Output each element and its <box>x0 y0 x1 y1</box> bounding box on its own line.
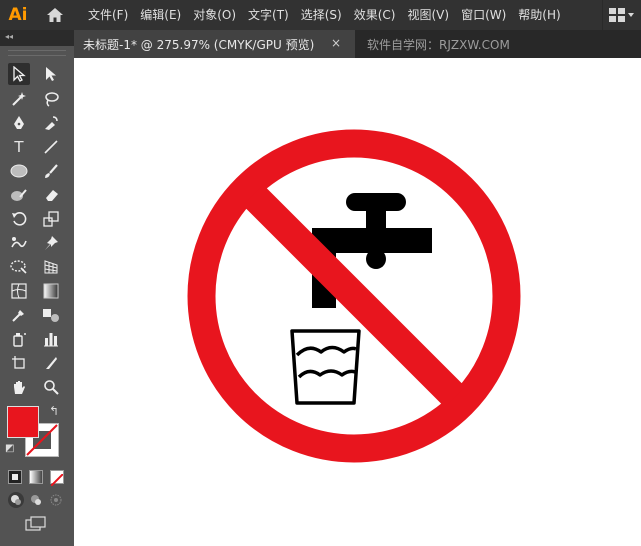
lasso-tool-icon[interactable] <box>40 88 62 110</box>
puppet-warp-tool-icon[interactable] <box>8 232 30 254</box>
home-icon[interactable] <box>38 0 72 30</box>
free-transform-tool-icon[interactable] <box>8 256 30 278</box>
default-fill-stroke-icon[interactable]: ◩ <box>5 443 14 454</box>
menu-file[interactable]: 文件(F) <box>82 0 134 30</box>
document-tab[interactable]: 未标题-1* @ 275.97% (CMYK/GPU 预览) × <box>74 30 355 58</box>
rotate-tool-icon[interactable] <box>8 208 30 230</box>
none-mode-button[interactable] <box>50 470 64 487</box>
direct-selection-tool-icon[interactable] <box>40 63 62 85</box>
swap-fill-stroke-icon[interactable]: ↰ <box>49 404 59 418</box>
symbol-sprayer-tool-icon[interactable] <box>8 328 30 350</box>
gradient-mode-button[interactable] <box>29 470 43 484</box>
slice-tool-icon[interactable] <box>40 352 62 374</box>
menu-help[interactable]: 帮助(H) <box>512 0 566 30</box>
paintbrush-tool-icon[interactable] <box>40 160 62 182</box>
mesh-tool-icon[interactable] <box>8 280 30 302</box>
color-mode-button[interactable] <box>8 470 22 484</box>
menu-object[interactable]: 对象(O) <box>187 0 242 30</box>
curvature-tool-icon[interactable] <box>40 112 62 134</box>
menu-window[interactable]: 窗口(W) <box>455 0 512 30</box>
workspace-switcher[interactable] <box>602 0 641 30</box>
artboard-canvas[interactable] <box>74 58 641 546</box>
tab-close-button[interactable]: × <box>331 36 341 50</box>
zoom-tool-icon[interactable] <box>40 376 62 398</box>
tools-panel: T ↰ ◩ <box>0 46 74 546</box>
column-graph-tool-icon[interactable] <box>40 328 62 350</box>
menu-effect[interactable]: 效果(C) <box>348 0 402 30</box>
no-drinking-water-sign[interactable] <box>187 129 521 463</box>
ellipse-tool-icon[interactable] <box>8 160 30 182</box>
draw-inside-icon[interactable] <box>48 492 64 508</box>
document-tab-bar: 未标题-1* @ 275.97% (CMYK/GPU 预览) × 软件自学网：R… <box>74 30 641 58</box>
screen-mode-icon[interactable] <box>25 516 47 532</box>
type-tool-icon[interactable]: T <box>8 136 30 158</box>
toolbar-grip[interactable] <box>8 50 66 56</box>
scale-tool-icon[interactable] <box>40 208 62 230</box>
magic-wand-tool-icon[interactable] <box>8 88 30 110</box>
gradient-tool-icon[interactable] <box>40 280 62 302</box>
shaper-tool-icon[interactable] <box>8 184 30 206</box>
fill-color-swatch[interactable] <box>7 406 39 438</box>
hand-tool-icon[interactable] <box>8 376 30 398</box>
toolbar-collapse[interactable]: ◂◂ <box>0 30 74 46</box>
eraser-tool-icon[interactable] <box>40 184 62 206</box>
line-segment-tool-icon[interactable] <box>40 136 62 158</box>
eyedropper-tool-icon[interactable] <box>8 304 30 326</box>
menu-view[interactable]: 视图(V) <box>401 0 455 30</box>
menu-edit[interactable]: 编辑(E) <box>134 0 187 30</box>
pen-tool-icon[interactable] <box>8 112 30 134</box>
document-tab-title: 未标题-1* @ 275.97% (CMYK/GPU 预览) <box>83 37 315 52</box>
blend-tool-icon[interactable] <box>40 304 62 326</box>
workspace-grid-icon <box>609 8 634 22</box>
water-glass-icon <box>290 329 361 405</box>
menu-items: 文件(F) 编辑(E) 对象(O) 文字(T) 选择(S) 效果(C) 视图(V… <box>82 0 567 30</box>
perspective-grid-tool-icon[interactable] <box>40 256 62 278</box>
draw-normal-icon[interactable] <box>8 492 24 508</box>
menu-bar: Ai 文件(F) 编辑(E) 对象(O) 文字(T) 选择(S) 效果(C) 视… <box>0 0 641 30</box>
watermark-text: 软件自学网：RJZXW.COM <box>367 37 510 52</box>
pin-tool-icon[interactable] <box>40 232 62 254</box>
draw-behind-icon[interactable] <box>28 492 44 508</box>
selection-tool-icon[interactable] <box>8 63 30 85</box>
menu-type[interactable]: 文字(T) <box>242 0 295 30</box>
app-logo: Ai <box>8 5 28 25</box>
menu-select[interactable]: 选择(S) <box>295 0 348 30</box>
artboard-tool-icon[interactable] <box>8 352 30 374</box>
